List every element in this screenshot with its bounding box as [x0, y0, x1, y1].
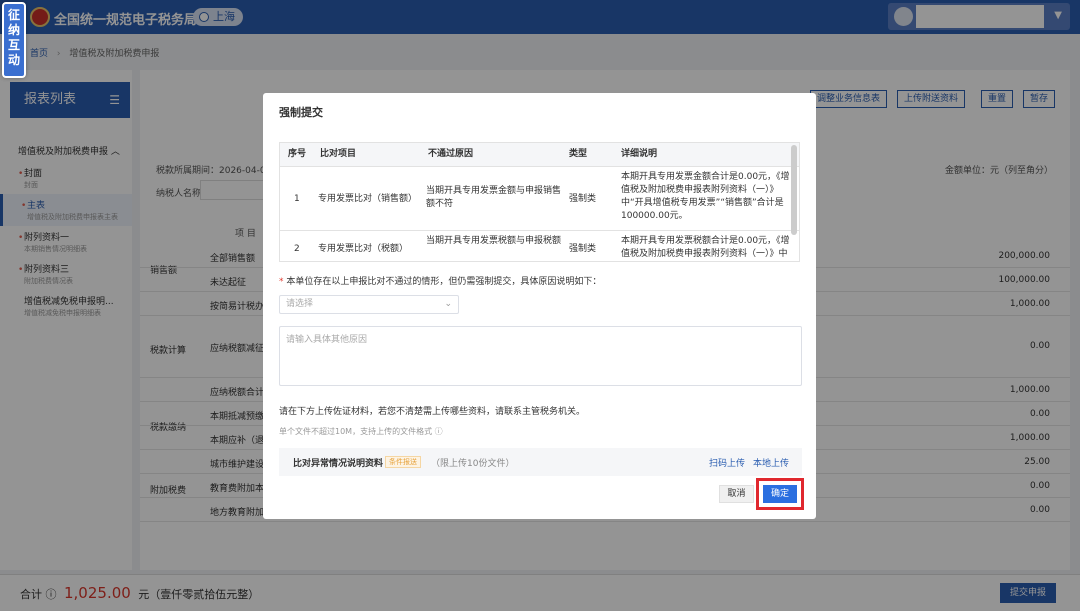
- other-reason-textarea[interactable]: 请输入具体其他原因: [279, 326, 802, 386]
- col-type: 类型: [569, 149, 588, 159]
- force-submit-dialog: 强制提交 序号 比对项目 不通过原因 类型 详细说明 1 专用发票比对（销售额）…: [263, 93, 816, 519]
- col-detail: 详细说明: [621, 149, 658, 159]
- col-item: 比对项目: [320, 149, 357, 159]
- chevron-down-icon: ⌄: [444, 299, 452, 309]
- col-no: 序号: [288, 149, 307, 159]
- local-upload-link[interactable]: 本地上传: [753, 456, 789, 469]
- attachment-name: 比对异常情况说明资料: [293, 459, 384, 469]
- table-row: 2 专用发票比对（税额） 当期开具专用发票税额与申报税额 强制类 本期开具专用发…: [280, 230, 799, 261]
- upload-note: 单个文件不超过10M，支持上传的文件格式 ⓘ: [279, 427, 443, 436]
- attachment-limit: （限上传10份文件）: [431, 459, 515, 469]
- col-reason: 不通过原因: [428, 149, 474, 159]
- comparison-table-header: 序号 比对项目 不通过原因 类型 详细说明: [280, 143, 799, 166]
- attachment-row: 比对异常情况说明资料 条件报送 （限上传10份文件） 扫码上传 本地上传: [279, 448, 802, 476]
- scan-upload-link[interactable]: 扫码上传: [709, 456, 745, 469]
- reason-select[interactable]: 请选择 ⌄: [279, 295, 459, 314]
- interaction-tag[interactable]: 征纳互动: [2, 2, 26, 78]
- table-row: 1 专用发票比对（销售额） 当期开具专用发票金额与申报销售额不符 强制类 本期开…: [280, 166, 799, 230]
- confirm-button[interactable]: 确定: [763, 485, 797, 503]
- upload-hint: 请在下方上传佐证材料，若您不清楚需上传哪些资料，请联系主管税务机关。: [279, 407, 586, 417]
- cancel-button[interactable]: 取消: [719, 485, 754, 503]
- required-mark: *: [279, 277, 284, 287]
- table-scrollbar[interactable]: [791, 145, 797, 235]
- reason-prompt: * 本单位存在以上申报比对不通过的情形，但仍需强制提交，具体原因说明如下：: [279, 277, 602, 287]
- confirm-highlight-box: 确定: [756, 478, 804, 510]
- dialog-title: 强制提交: [279, 106, 323, 119]
- conditional-badge: 条件报送: [385, 456, 421, 468]
- comparison-table: 序号 比对项目 不通过原因 类型 详细说明 1 专用发票比对（销售额） 当期开具…: [279, 142, 800, 262]
